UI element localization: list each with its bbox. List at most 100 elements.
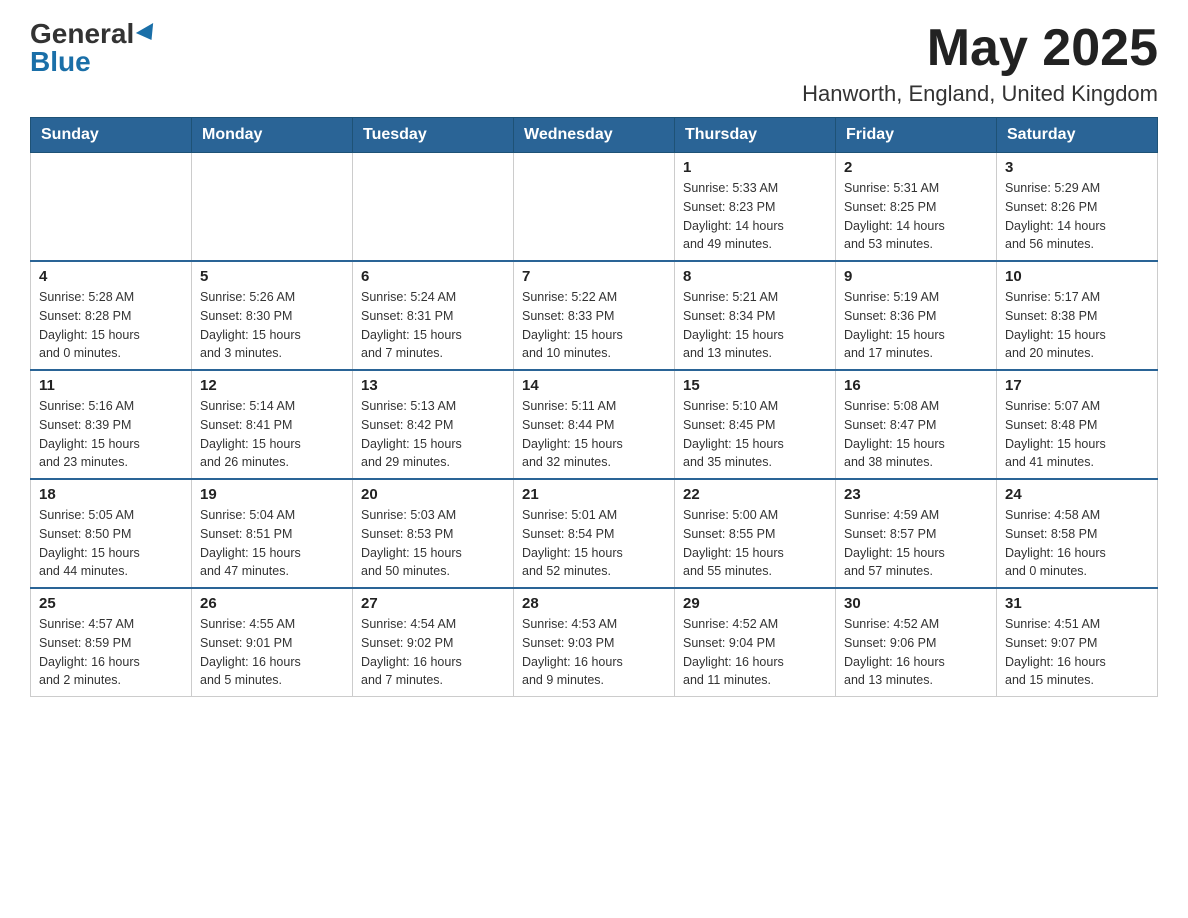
calendar-header-saturday: Saturday <box>997 118 1158 153</box>
logo: General Blue <box>30 20 158 76</box>
calendar-day-cell: 19 Sunrise: 5:04 AM Sunset: 8:51 PM Dayli… <box>192 479 353 588</box>
calendar-week-row: 4 Sunrise: 5:28 AM Sunset: 8:28 PM Daylig… <box>31 261 1158 370</box>
calendar-day-cell: 18 Sunrise: 5:05 AM Sunset: 8:50 PM Dayli… <box>31 479 192 588</box>
day-info: Sunrise: 5:33 AM Sunset: 8:23 PM Dayligh… <box>683 179 827 254</box>
day-number: 29 <box>683 595 827 612</box>
day-number: 2 <box>844 159 988 176</box>
logo-general-text: General <box>30 20 134 48</box>
day-info: Sunrise: 5:19 AM Sunset: 8:36 PM Dayligh… <box>844 288 988 363</box>
day-number: 22 <box>683 486 827 503</box>
day-info: Sunrise: 4:55 AM Sunset: 9:01 PM Dayligh… <box>200 615 344 690</box>
day-number: 10 <box>1005 268 1149 285</box>
day-info: Sunrise: 5:04 AM Sunset: 8:51 PM Dayligh… <box>200 506 344 581</box>
calendar-day-cell: 4 Sunrise: 5:28 AM Sunset: 8:28 PM Daylig… <box>31 261 192 370</box>
calendar-day-cell: 23Sunrise: 4:59 AM Sunset: 8:57 PM Dayli… <box>836 479 997 588</box>
calendar-week-row: 25 Sunrise: 4:57 AM Sunset: 8:59 PM Dayli… <box>31 588 1158 697</box>
calendar-day-cell: 11 Sunrise: 5:16 AM Sunset: 8:39 PM Dayli… <box>31 370 192 479</box>
calendar-day-cell: 16 Sunrise: 5:08 AM Sunset: 8:47 PM Dayli… <box>836 370 997 479</box>
calendar-day-cell: 2 Sunrise: 5:31 AM Sunset: 8:25 PM Daylig… <box>836 153 997 262</box>
day-number: 9 <box>844 268 988 285</box>
day-number: 13 <box>361 377 505 394</box>
calendar-day-cell: 1 Sunrise: 5:33 AM Sunset: 8:23 PM Daylig… <box>675 153 836 262</box>
calendar-day-cell: 3Sunrise: 5:29 AM Sunset: 8:26 PM Daylig… <box>997 153 1158 262</box>
day-info: Sunrise: 5:22 AM Sunset: 8:33 PM Dayligh… <box>522 288 666 363</box>
calendar-day-cell <box>31 153 192 262</box>
day-info: Sunrise: 5:03 AM Sunset: 8:53 PM Dayligh… <box>361 506 505 581</box>
calendar-day-cell: 28Sunrise: 4:53 AM Sunset: 9:03 PM Dayli… <box>514 588 675 697</box>
month-year-title: May 2025 <box>802 20 1158 77</box>
day-info: Sunrise: 5:17 AM Sunset: 8:38 PM Dayligh… <box>1005 288 1149 363</box>
day-info: Sunrise: 5:10 AM Sunset: 8:45 PM Dayligh… <box>683 397 827 472</box>
day-number: 12 <box>200 377 344 394</box>
day-info: Sunrise: 5:08 AM Sunset: 8:47 PM Dayligh… <box>844 397 988 472</box>
day-number: 20 <box>361 486 505 503</box>
calendar-day-cell: 17 Sunrise: 5:07 AM Sunset: 8:48 PM Dayli… <box>997 370 1158 479</box>
day-number: 18 <box>39 486 183 503</box>
calendar-day-cell: 13 Sunrise: 5:13 AM Sunset: 8:42 PM Dayli… <box>353 370 514 479</box>
day-number: 19 <box>200 486 344 503</box>
calendar-day-cell: 31Sunrise: 4:51 AM Sunset: 9:07 PM Dayli… <box>997 588 1158 697</box>
calendar-day-cell: 10 Sunrise: 5:17 AM Sunset: 8:38 PM Dayli… <box>997 261 1158 370</box>
calendar-header-friday: Friday <box>836 118 997 153</box>
calendar-week-row: 1 Sunrise: 5:33 AM Sunset: 8:23 PM Daylig… <box>31 153 1158 262</box>
day-number: 6 <box>361 268 505 285</box>
calendar-day-cell: 20 Sunrise: 5:03 AM Sunset: 8:53 PM Dayli… <box>353 479 514 588</box>
day-number: 15 <box>683 377 827 394</box>
calendar-day-cell: 25 Sunrise: 4:57 AM Sunset: 8:59 PM Dayli… <box>31 588 192 697</box>
calendar-day-cell: 9 Sunrise: 5:19 AM Sunset: 8:36 PM Daylig… <box>836 261 997 370</box>
calendar-day-cell: 27 Sunrise: 4:54 AM Sunset: 9:02 PM Dayli… <box>353 588 514 697</box>
day-info: Sunrise: 5:01 AM Sunset: 8:54 PM Dayligh… <box>522 506 666 581</box>
day-number: 3 <box>1005 159 1149 176</box>
calendar-day-cell <box>192 153 353 262</box>
calendar-header-sunday: Sunday <box>31 118 192 153</box>
day-info: Sunrise: 5:21 AM Sunset: 8:34 PM Dayligh… <box>683 288 827 363</box>
day-info: Sunrise: 5:24 AM Sunset: 8:31 PM Dayligh… <box>361 288 505 363</box>
calendar-week-row: 11 Sunrise: 5:16 AM Sunset: 8:39 PM Dayli… <box>31 370 1158 479</box>
day-number: 1 <box>683 159 827 176</box>
day-number: 5 <box>200 268 344 285</box>
day-info: Sunrise: 5:28 AM Sunset: 8:28 PM Dayligh… <box>39 288 183 363</box>
day-info: Sunrise: 4:52 AM Sunset: 9:06 PM Dayligh… <box>844 615 988 690</box>
day-info: Sunrise: 5:07 AM Sunset: 8:48 PM Dayligh… <box>1005 397 1149 472</box>
calendar-table: SundayMondayTuesdayWednesdayThursdayFrid… <box>30 117 1158 697</box>
day-info: Sunrise: 5:16 AM Sunset: 8:39 PM Dayligh… <box>39 397 183 472</box>
logo-triangle-icon <box>136 23 160 45</box>
calendar-day-cell: 5 Sunrise: 5:26 AM Sunset: 8:30 PM Daylig… <box>192 261 353 370</box>
calendar-day-cell: 26 Sunrise: 4:55 AM Sunset: 9:01 PM Dayli… <box>192 588 353 697</box>
calendar-header-tuesday: Tuesday <box>353 118 514 153</box>
day-info: Sunrise: 5:05 AM Sunset: 8:50 PM Dayligh… <box>39 506 183 581</box>
day-number: 26 <box>200 595 344 612</box>
day-info: Sunrise: 4:57 AM Sunset: 8:59 PM Dayligh… <box>39 615 183 690</box>
calendar-day-cell: 7 Sunrise: 5:22 AM Sunset: 8:33 PM Daylig… <box>514 261 675 370</box>
day-number: 7 <box>522 268 666 285</box>
day-info: Sunrise: 4:51 AM Sunset: 9:07 PM Dayligh… <box>1005 615 1149 690</box>
calendar-header-wednesday: Wednesday <box>514 118 675 153</box>
calendar-header-thursday: Thursday <box>675 118 836 153</box>
day-number: 8 <box>683 268 827 285</box>
day-number: 4 <box>39 268 183 285</box>
calendar-day-cell: 12Sunrise: 5:14 AM Sunset: 8:41 PM Dayli… <box>192 370 353 479</box>
day-number: 16 <box>844 377 988 394</box>
calendar-day-cell: 21Sunrise: 5:01 AM Sunset: 8:54 PM Dayli… <box>514 479 675 588</box>
day-number: 30 <box>844 595 988 612</box>
day-number: 28 <box>522 595 666 612</box>
day-info: Sunrise: 5:31 AM Sunset: 8:25 PM Dayligh… <box>844 179 988 254</box>
calendar-week-row: 18 Sunrise: 5:05 AM Sunset: 8:50 PM Dayli… <box>31 479 1158 588</box>
day-info: Sunrise: 5:26 AM Sunset: 8:30 PM Dayligh… <box>200 288 344 363</box>
logo-blue-text: Blue <box>30 48 91 76</box>
calendar-day-cell: 15 Sunrise: 5:10 AM Sunset: 8:45 PM Dayli… <box>675 370 836 479</box>
day-info: Sunrise: 5:13 AM Sunset: 8:42 PM Dayligh… <box>361 397 505 472</box>
day-info: Sunrise: 4:54 AM Sunset: 9:02 PM Dayligh… <box>361 615 505 690</box>
day-number: 27 <box>361 595 505 612</box>
day-info: Sunrise: 5:11 AM Sunset: 8:44 PM Dayligh… <box>522 397 666 472</box>
calendar-day-cell: 14Sunrise: 5:11 AM Sunset: 8:44 PM Dayli… <box>514 370 675 479</box>
day-number: 17 <box>1005 377 1149 394</box>
calendar-header-row: SundayMondayTuesdayWednesdayThursdayFrid… <box>31 118 1158 153</box>
day-info: Sunrise: 4:52 AM Sunset: 9:04 PM Dayligh… <box>683 615 827 690</box>
calendar-day-cell: 22Sunrise: 5:00 AM Sunset: 8:55 PM Dayli… <box>675 479 836 588</box>
calendar-header-monday: Monday <box>192 118 353 153</box>
day-info: Sunrise: 4:58 AM Sunset: 8:58 PM Dayligh… <box>1005 506 1149 581</box>
day-number: 11 <box>39 377 183 394</box>
calendar-day-cell: 29 Sunrise: 4:52 AM Sunset: 9:04 PM Dayli… <box>675 588 836 697</box>
day-number: 25 <box>39 595 183 612</box>
